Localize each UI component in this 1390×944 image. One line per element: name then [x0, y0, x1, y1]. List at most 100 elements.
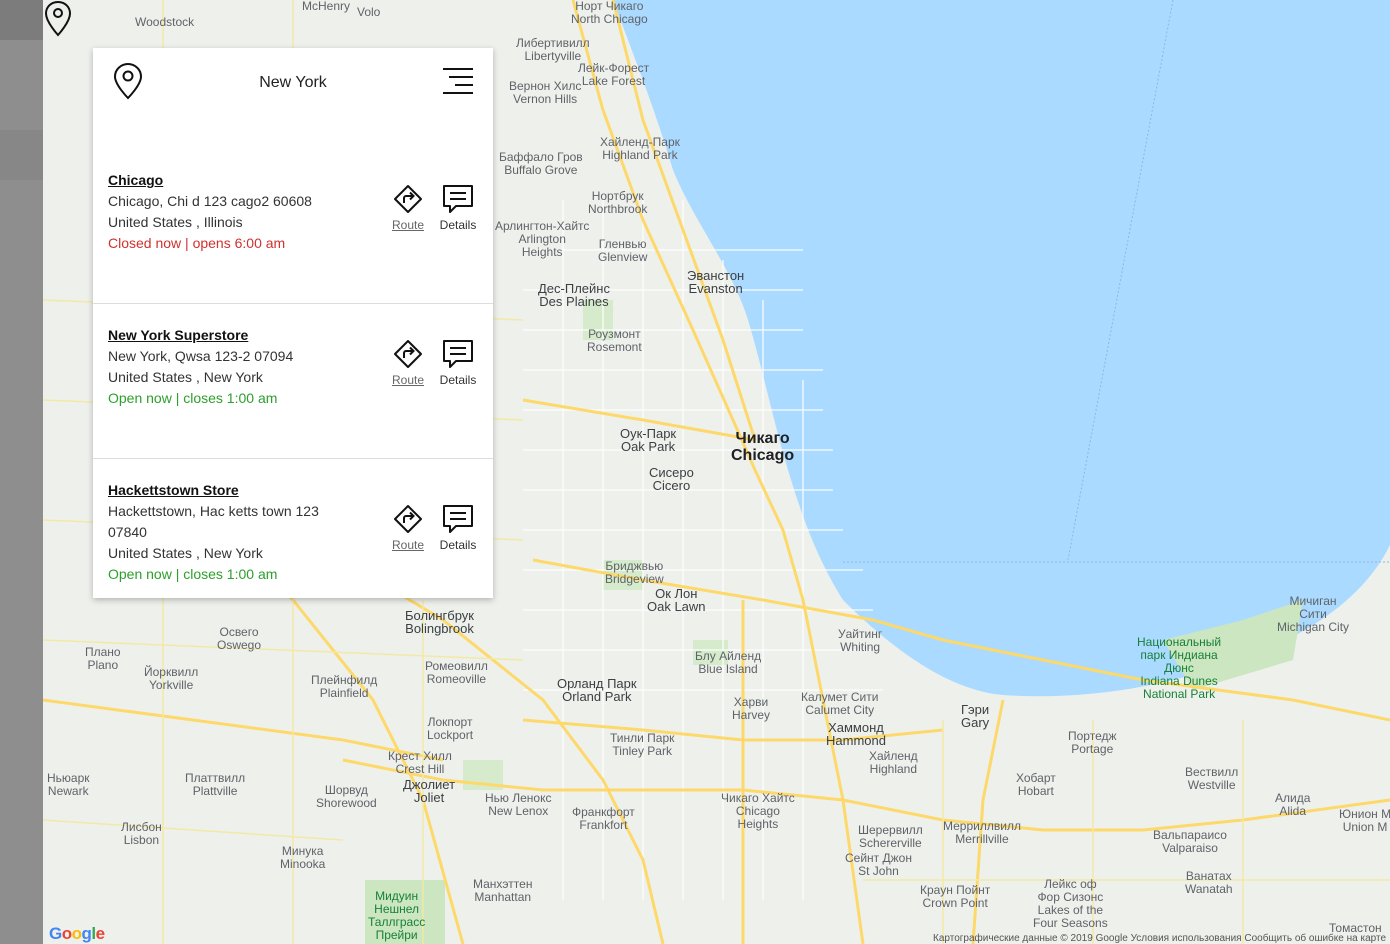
- map-label-yorkville: Йорквилл Yorkville: [144, 665, 199, 692]
- map-label-vernon-hills: Вернон Хилс Vernon Hills: [509, 79, 582, 106]
- store-info: Chicago Chicago, Chi d 123 cago2 60608 U…: [108, 170, 378, 254]
- details-button[interactable]: Details: [433, 184, 483, 232]
- details-button[interactable]: Details: [433, 504, 483, 552]
- map-label-libertyville: Либертивилл Libertyville: [516, 36, 590, 63]
- map-label-mchenry: McHenry: [302, 0, 351, 13]
- map-label-evanston: Эванстон Evanston: [687, 268, 745, 296]
- map-label-volo: Volo: [357, 5, 381, 19]
- map-label-new-lenox: Нью Ленокс New Lenox: [485, 791, 552, 818]
- map-label-cicero: Сисеро Cicero: [649, 465, 694, 493]
- store-status: Closed now | opens 6:00 am: [108, 235, 286, 251]
- route-icon: [394, 185, 422, 213]
- route-button[interactable]: Route: [383, 184, 433, 232]
- map-label-plainfield: Плейнфилд Plainfield: [311, 673, 378, 700]
- map-label-north-chicago: Норт Чикаго North Chicago: [571, 0, 648, 26]
- store-info: New York Superstore New York, Qwsa 123-2…: [108, 325, 378, 409]
- map-label-michigan-city: Мичиган Сити Michigan City: [1277, 594, 1350, 634]
- map-label-lisbon: Лисбон Lisbon: [121, 820, 162, 847]
- map-label-tinley-park: Тинли Парк Tinley Park: [610, 731, 675, 758]
- google-logo: Google: [49, 924, 105, 943]
- store-name-link[interactable]: Hackettstown Store: [108, 480, 378, 501]
- route-label: Route: [391, 218, 425, 232]
- map-label-arlington-heights: Арлингтон-Хайтс Arlington Heights: [495, 219, 590, 259]
- store-status: Open now | closes 1:00 am: [108, 566, 278, 582]
- map-label-schererville: Шерервилл Schererville: [858, 823, 923, 850]
- map-label-lakes-four-seasons: Лейкс оф Фор Сизонс Lakes of the Four Seaso…: [1033, 877, 1108, 930]
- overlay-shade-top: [0, 0, 43, 40]
- store-item-hackettstown[interactable]: Hackettstown Store Hackettstown, Hac ket…: [93, 458, 493, 598]
- map-label-orland-park: Орланд Парк Orland Park: [557, 676, 637, 704]
- map-label-wanatah: Ванатах Wanatah: [1185, 869, 1233, 896]
- store-name-link[interactable]: Chicago: [108, 170, 378, 191]
- map-label-minooka: Минука Minooka: [280, 844, 326, 871]
- map-label-alida: Алида Alida: [1275, 791, 1311, 818]
- map-label-lockport: Локпорт Lockport: [427, 715, 474, 742]
- chat-details-icon: [443, 340, 473, 368]
- map-label-shorewood: Шорвуд Shorewood: [316, 783, 377, 810]
- map-label-plattville: Платтвилл Plattville: [185, 771, 246, 798]
- map-label-romeoville: Ромеовилл Romeoville: [425, 659, 488, 686]
- map-attribution[interactable]: Картографические данные © 2019 Google Ус…: [933, 933, 1386, 944]
- details-button[interactable]: Details: [433, 339, 483, 387]
- map-label-crest-hill: Крест Хилл Crest Hill: [388, 749, 452, 776]
- map-label-indiana-dunes: Национальный парк Индиана Дюнс Indiana Dune…: [1137, 635, 1222, 701]
- map-label-oswego: Освего Oswego: [217, 625, 262, 652]
- lake-michigan: [613, 0, 1390, 697]
- route-label: Route: [391, 538, 425, 552]
- map-label-des-plaines: Дес-Плейнс Des Plaines: [538, 281, 610, 309]
- store-address: Chicago, Chi d 123 cago2 60608: [108, 193, 312, 209]
- map-label-bridgeview: Бриджвью Bridgeview: [605, 559, 664, 586]
- map-label-crown-point: Краун Пойнт Crown Point: [920, 883, 991, 910]
- map-label-chicago: Чикаго Chicago: [731, 430, 795, 464]
- map-label-midewin: Мидуин Нешнел Таллграсс Прейри: [368, 889, 426, 942]
- map-label-st-john: Сейнт Джон St John: [845, 851, 912, 878]
- map-label-harvey: Харви Harvey: [732, 695, 771, 722]
- route-icon: [394, 505, 422, 533]
- map-label-bolingbrook: Болингбрук Bolingbrook: [405, 608, 474, 636]
- map-label-newark: Ньюарк Newark: [47, 771, 90, 798]
- route-icon: [394, 340, 422, 368]
- map-label-hammond: Хаммонд Hammond: [826, 720, 886, 748]
- map-label-highland: Хайленд Highland: [869, 749, 918, 776]
- map-marker-icon[interactable]: [43, 0, 73, 38]
- map-label-merrillville: Мерриллвилл Merrillville: [943, 819, 1021, 846]
- map-label-frankfort: Франкфорт Frankfort: [572, 805, 635, 832]
- map-label-manhattan: Манхэттен Manhattan: [473, 877, 533, 904]
- store-item-chicago[interactable]: Chicago Chicago, Chi d 123 cago2 60608 U…: [93, 148, 493, 304]
- map-label-gary: Гэри Gary: [961, 702, 990, 730]
- map-label-whiting: Уайтинг Whiting: [838, 627, 883, 654]
- map-label-plano: Плано Plano: [85, 645, 121, 672]
- map-label-woodstock: Woodstock: [135, 15, 195, 29]
- route-button[interactable]: Route: [383, 339, 433, 387]
- details-label: Details: [439, 373, 477, 387]
- map-label-northbrook: Нортбрук Northbrook: [588, 189, 648, 216]
- store-info: Hackettstown Store Hackettstown, Hac ket…: [108, 480, 378, 585]
- map-label-valparaiso: Вальпараисо Valparaiso: [1153, 828, 1227, 855]
- map-label-chicago-heights: Чикаго Хайтс Chicago Heights: [721, 791, 795, 831]
- store-region: United States , New York: [108, 545, 263, 561]
- chat-details-icon: [443, 185, 473, 213]
- store-item-new-york-superstore[interactable]: New York Superstore New York, Qwsa 123-2…: [93, 303, 493, 459]
- panel-title: New York: [259, 74, 327, 91]
- chat-details-icon: [443, 505, 473, 533]
- menu-icon[interactable]: [441, 66, 475, 96]
- details-label: Details: [439, 218, 477, 232]
- panel-header: New York: [93, 48, 493, 148]
- store-address: Hackettstown, Hac ketts town 123 07840: [108, 503, 319, 540]
- page-left-overlay: [0, 0, 43, 944]
- map-label-westville: Вествилл Westville: [1185, 765, 1239, 792]
- map-label-union-mills: Юнион М Union M: [1339, 807, 1390, 834]
- map-label-oak-park: Оук-Парк Oak Park: [620, 426, 677, 454]
- map-label-glenview: Гленвью Glenview: [598, 237, 648, 264]
- store-status: Open now | closes 1:00 am: [108, 390, 278, 406]
- overlay-shade-mid: [0, 130, 43, 180]
- store-region: United States , Illinois: [108, 214, 243, 230]
- map-label-portage: Портедж Portage: [1068, 729, 1117, 756]
- route-button[interactable]: Route: [383, 504, 433, 552]
- map-label-blue-island: Блу Айленд Blue Island: [695, 649, 762, 676]
- store-name-link[interactable]: New York Superstore: [108, 325, 378, 346]
- map-label-buffalo-grove: Баффало Гров Buffalo Grove: [499, 150, 583, 177]
- map-label-highland-park: Хайленд-Парк Highland Park: [600, 135, 680, 162]
- store-address: New York, Qwsa 123-2 07094: [108, 348, 294, 364]
- map-label-hobart: Хобарт Hobart: [1016, 771, 1056, 798]
